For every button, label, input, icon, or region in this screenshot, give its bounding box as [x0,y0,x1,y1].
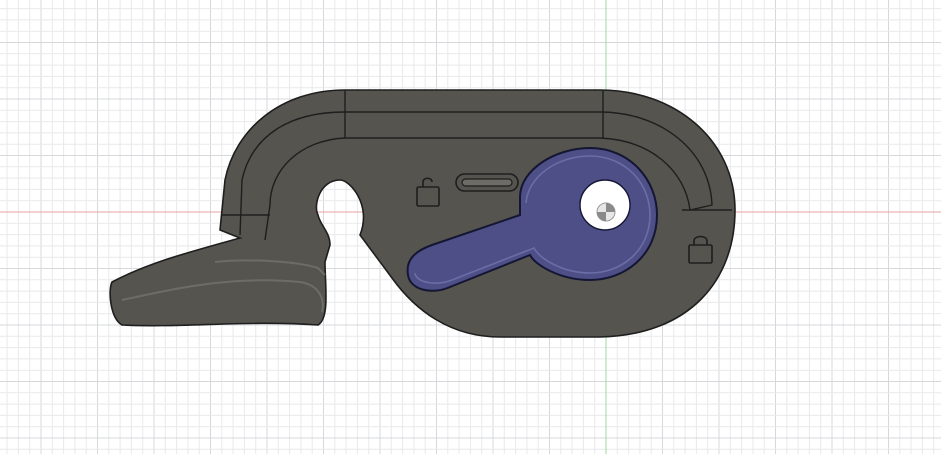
origin-marker-icon [596,202,616,222]
cad-viewport[interactable] [0,0,941,454]
viewport-canvas[interactable] [0,0,941,454]
